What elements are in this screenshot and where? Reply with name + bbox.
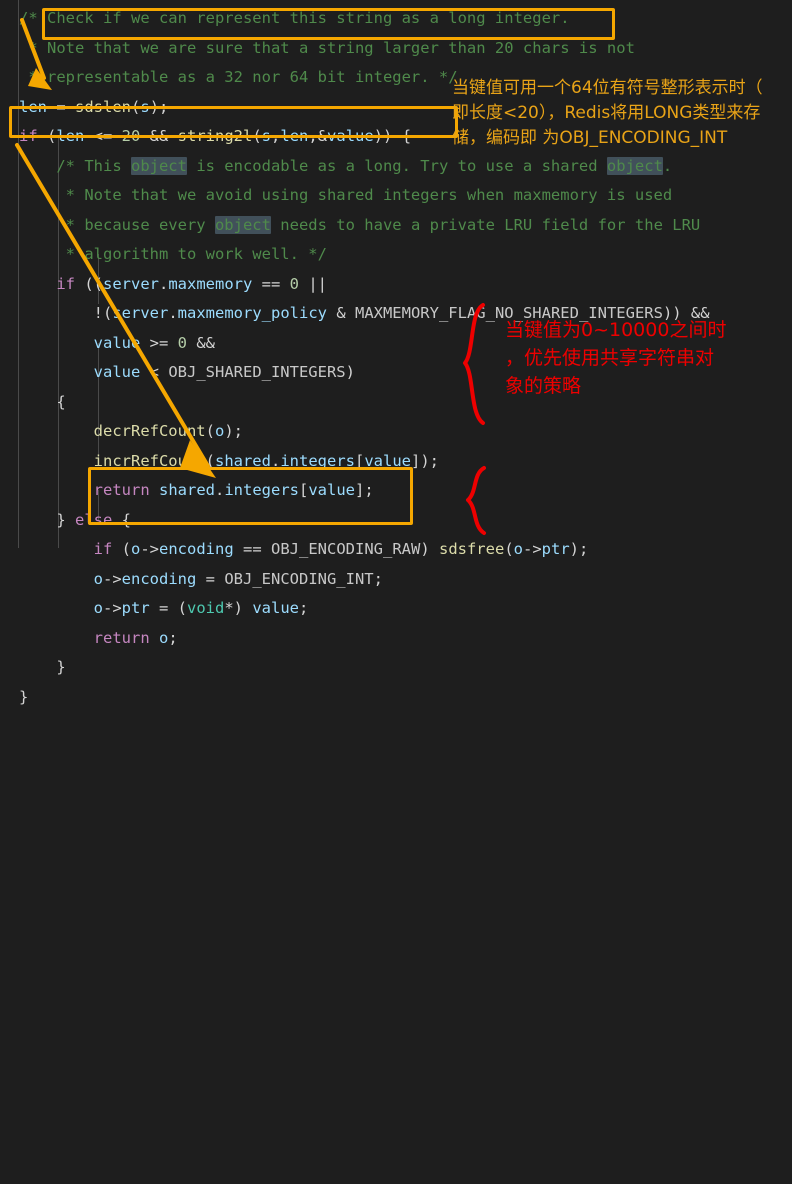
code-line: return shared.integers[value];: [93, 481, 374, 499]
code-line: /* This object is encodable as a long. T…: [19, 156, 673, 175]
code-line: if (len <= 20 && string2l(s,len,&value))…: [19, 127, 412, 145]
note-shared-integers: 当键值为0~10000之间时 ，优先使用共享字符串对 象的策略: [505, 319, 727, 397]
code-editor-screenshot: /* Check if we can represent this string…: [0, 0, 792, 706]
code-line: return o;: [93, 628, 178, 647]
code-line: value < OBJ_SHARED_INTEGERS): [93, 363, 355, 381]
code-line: incrRefCount(shared.integers[value]);: [93, 451, 439, 470]
code-line: len = sdslen(s);: [19, 97, 169, 116]
code-line: o->ptr = (void*) value;: [93, 599, 309, 617]
code-line: {: [19, 392, 66, 411]
code-line: * because every object needs to have a p…: [19, 215, 701, 234]
code-line: } else {: [19, 510, 131, 529]
code-line: * representable as a 32 nor 64 bit integ…: [19, 68, 458, 86]
code-line: /* Check if we can represent this string…: [19, 9, 570, 27]
code-line: o->encoding = OBJ_ENCODING_INT;: [93, 569, 383, 588]
note-long-encoding: 当键值可用一个64位有符号整形表示时（ 即长度<20），Redis将用LONG类…: [452, 78, 763, 148]
code-line: value >= 0 &&: [93, 333, 215, 352]
code-line: }: [19, 687, 29, 706]
code-line: if (o->encoding == OBJ_ENCODING_RAW) sds…: [93, 540, 589, 558]
code-line: decrRefCount(o);: [93, 422, 243, 440]
code-line: * Note that we avoid using shared intege…: [19, 186, 673, 204]
code-line: * algorithm to work well. */: [19, 245, 327, 263]
code-line: if ((server.maxmemory == 0 ||: [56, 274, 328, 293]
code-line: * Note that we are sure that a string la…: [19, 38, 635, 57]
code-line: }: [19, 658, 66, 676]
